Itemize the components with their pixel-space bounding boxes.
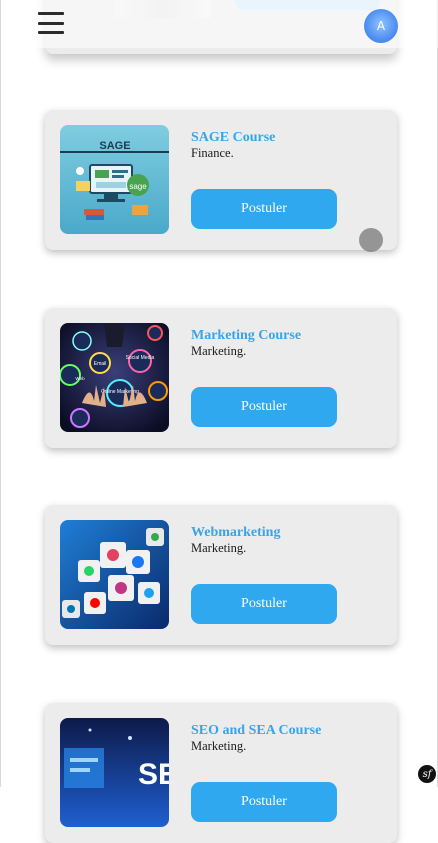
course-category: Marketing. <box>191 739 247 753</box>
sf-badge-icon: sf <box>418 765 436 783</box>
marketing-course-thumbnail: Social Media Email Online Marketing Web <box>60 323 169 432</box>
sage-course-thumbnail: SAGE sage <box>60 125 169 234</box>
apply-button[interactable]: Postuler <box>191 782 337 822</box>
webmarketing-course-thumbnail <box>60 520 169 629</box>
top-bar: A <box>1 0 438 48</box>
svg-text:sage: sage <box>129 182 147 191</box>
sf-badge-text: sf <box>422 768 432 780</box>
touch-cursor-indicator <box>359 228 383 252</box>
svg-text:SE: SE <box>138 758 169 791</box>
svg-text:Web: Web <box>75 376 85 381</box>
svg-text:Social Media: Social Media <box>126 355 155 361</box>
course-title: Webmarketing <box>191 525 281 540</box>
svg-text:SAGE: SAGE <box>99 140 130 152</box>
course-card-webmarketing: Webmarketing Marketing. Postuler <box>45 505 397 645</box>
course-card-sage: SAGE sage SAGE Course Finance. Postuler <box>45 110 397 250</box>
avatar-glyph: A <box>376 19 386 33</box>
course-card-seo-sea: SE SEO and SEA Course Marketing. Postule… <box>45 703 397 843</box>
svg-text:Email: Email <box>94 361 107 367</box>
course-category: Marketing. <box>191 344 247 358</box>
course-card-marketing: Social Media Email Online Marketing Web … <box>45 308 397 448</box>
course-category: Marketing. <box>191 541 247 555</box>
course-category: Finance. <box>191 146 234 160</box>
apply-button[interactable]: Postuler <box>191 387 337 427</box>
user-avatar-icon[interactable]: A <box>364 9 398 43</box>
apply-button[interactable]: Postuler <box>191 189 337 229</box>
hamburger-menu-icon[interactable] <box>38 12 64 34</box>
seo-sea-course-thumbnail: SE <box>60 718 169 827</box>
apply-button[interactable]: Postuler <box>191 584 337 624</box>
course-title: SEO and SEA Course <box>191 723 322 738</box>
course-title: Marketing Course <box>191 328 302 343</box>
app-frame: A SAGE sage SAGE Course Finance. Postule… <box>0 0 438 843</box>
course-title: SAGE Course <box>191 130 276 145</box>
